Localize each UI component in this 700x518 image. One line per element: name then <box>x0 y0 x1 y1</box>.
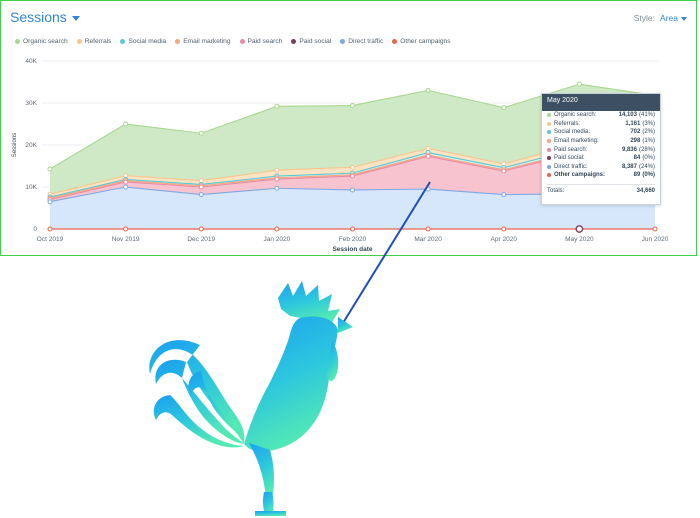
rooster-icon <box>149 181 431 516</box>
rooster-body <box>149 281 353 516</box>
pointer-line <box>342 181 431 324</box>
